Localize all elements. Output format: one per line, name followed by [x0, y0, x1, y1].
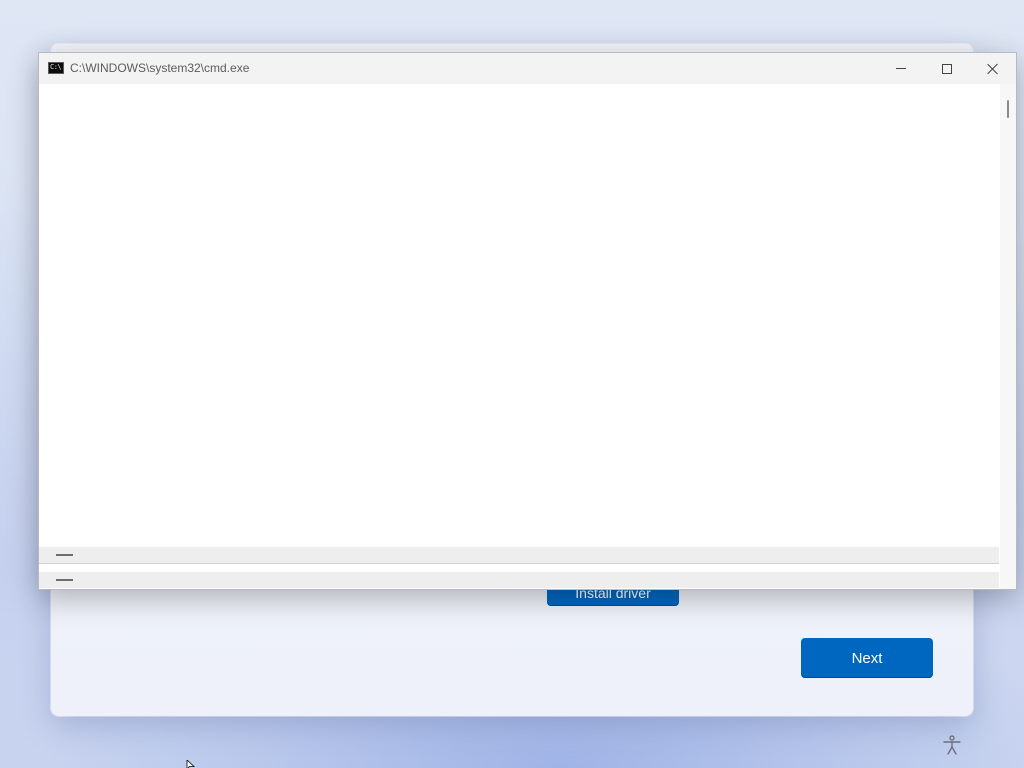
cmd-icon-text: C:\ [50, 63, 62, 71]
vertical-scrollbar[interactable] [1000, 84, 1016, 589]
close-button[interactable] [970, 53, 1016, 84]
minimize-button[interactable] [878, 53, 924, 84]
maximize-icon [942, 63, 952, 74]
horizontal-scrollbar[interactable] [39, 547, 999, 563]
scrollbar-divider [39, 563, 999, 572]
window-title: C:\WINDOWS\system32\cmd.exe [70, 61, 250, 75]
next-button[interactable]: Next [801, 638, 933, 678]
cmd-icon: C:\ [48, 62, 64, 74]
cmd-window[interactable]: C:\ C:\WINDOWS\system32\cmd.exe [38, 52, 1017, 590]
secondary-horizontal-scrollbar-thumb[interactable] [56, 579, 73, 581]
vertical-scrollbar-thumb[interactable] [1007, 100, 1009, 118]
minimize-icon [896, 68, 906, 69]
mouse-cursor-icon [186, 760, 196, 768]
horizontal-scrollbar-thumb[interactable] [56, 554, 73, 556]
accessibility-icon[interactable] [941, 734, 963, 756]
secondary-horizontal-scrollbar[interactable] [39, 572, 999, 588]
console-output-area[interactable] [39, 84, 1001, 547]
close-icon [987, 63, 999, 75]
title-bar[interactable]: C:\ C:\WINDOWS\system32\cmd.exe [39, 53, 1016, 84]
maximize-button[interactable] [924, 53, 970, 84]
